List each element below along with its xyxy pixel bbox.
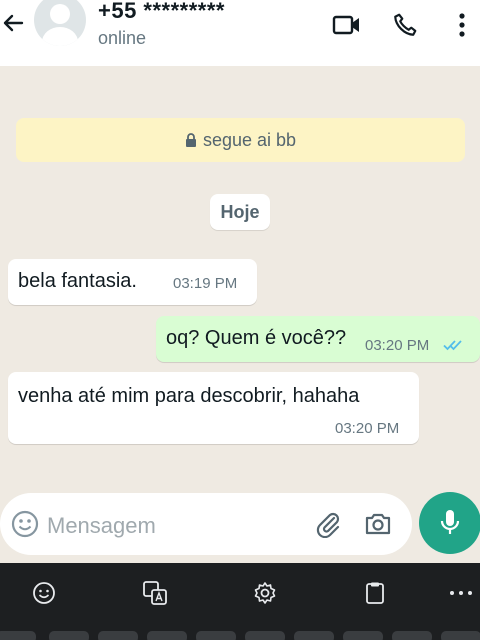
avatar-body-shape bbox=[42, 27, 78, 46]
clipboard-icon bbox=[366, 582, 384, 604]
translate-icon bbox=[143, 581, 167, 605]
message-text: oq? Quem é você?? bbox=[166, 327, 347, 349]
keyboard-key[interactable] bbox=[441, 631, 480, 640]
keyboard-translate-button[interactable] bbox=[140, 578, 170, 608]
keyboard-key[interactable] bbox=[98, 631, 138, 640]
lock-icon bbox=[185, 133, 196, 147]
encryption-notice[interactable]: segue ai bb bbox=[16, 118, 465, 162]
message-bubble-outgoing[interactable]: oq? Quem é você?? 03:20 PM bbox=[156, 316, 480, 362]
keyboard-key[interactable] bbox=[0, 631, 36, 640]
more-vertical-icon bbox=[459, 13, 465, 37]
message-time: 03:20 PM bbox=[335, 420, 400, 437]
attach-button[interactable] bbox=[313, 509, 343, 539]
emoji-icon bbox=[11, 510, 39, 538]
keyboard-key[interactable] bbox=[147, 631, 187, 640]
keyboard-emoji-button[interactable] bbox=[29, 578, 59, 608]
keyboard-more-button[interactable] bbox=[446, 578, 476, 608]
arrow-left-icon bbox=[3, 14, 24, 32]
voice-call-button[interactable] bbox=[390, 10, 420, 40]
message-time: 03:19 PM bbox=[173, 275, 238, 292]
keyboard-keys-row bbox=[0, 631, 480, 640]
more-options-button[interactable] bbox=[447, 10, 477, 40]
encryption-notice-text: segue ai bb bbox=[202, 129, 297, 150]
video-call-button[interactable] bbox=[332, 10, 362, 40]
settings-icon bbox=[254, 582, 276, 604]
avatar-head-shape bbox=[50, 4, 70, 24]
chat-area[interactable]: segue ai bb Hoje bela fantasia. 03:19 PM… bbox=[0, 66, 480, 563]
composer-bar: Mensagem bbox=[0, 490, 480, 563]
message-bubble-incoming[interactable]: venha até mim para descobrir, hahaha 03:… bbox=[8, 372, 419, 444]
read-ticks-icon bbox=[443, 340, 462, 351]
camera-button[interactable] bbox=[363, 509, 393, 539]
keyboard-key[interactable] bbox=[343, 631, 383, 640]
phone-icon bbox=[394, 13, 417, 36]
keyboard-clipboard-button[interactable] bbox=[360, 578, 390, 608]
video-call-icon bbox=[332, 15, 359, 35]
contact-status: online bbox=[98, 28, 147, 48]
message-text: bela fantasia. bbox=[18, 270, 137, 292]
contact-name[interactable]: +55 ********* bbox=[98, 0, 225, 24]
keyboard-key[interactable] bbox=[49, 631, 89, 640]
message-time: 03:20 PM bbox=[365, 337, 430, 354]
more-horizontal-icon bbox=[450, 591, 472, 595]
keyboard-toolbar bbox=[0, 563, 480, 640]
message-text: venha até mim para descobrir, hahaha bbox=[18, 385, 360, 407]
voice-message-button[interactable] bbox=[419, 492, 480, 554]
back-button[interactable] bbox=[0, 8, 26, 38]
message-input[interactable]: Mensagem bbox=[0, 493, 412, 555]
keyboard-key[interactable] bbox=[392, 631, 432, 640]
message-bubble-incoming[interactable]: bela fantasia. 03:19 PM bbox=[8, 259, 257, 305]
keyboard-key[interactable] bbox=[245, 631, 285, 640]
keyboard-key[interactable] bbox=[196, 631, 236, 640]
camera-icon bbox=[365, 513, 391, 535]
contact-avatar[interactable] bbox=[34, 0, 86, 46]
keyboard-settings-button[interactable] bbox=[250, 578, 280, 608]
mic-icon bbox=[440, 510, 460, 534]
keyboard-key[interactable] bbox=[294, 631, 334, 640]
emoji-button[interactable] bbox=[10, 509, 40, 539]
message-placeholder: Mensagem bbox=[47, 513, 156, 538]
emoji-icon bbox=[33, 582, 55, 604]
date-chip: Hoje bbox=[210, 194, 270, 230]
chat-header: +55 ********* online bbox=[0, 0, 480, 66]
attach-icon bbox=[316, 512, 340, 538]
